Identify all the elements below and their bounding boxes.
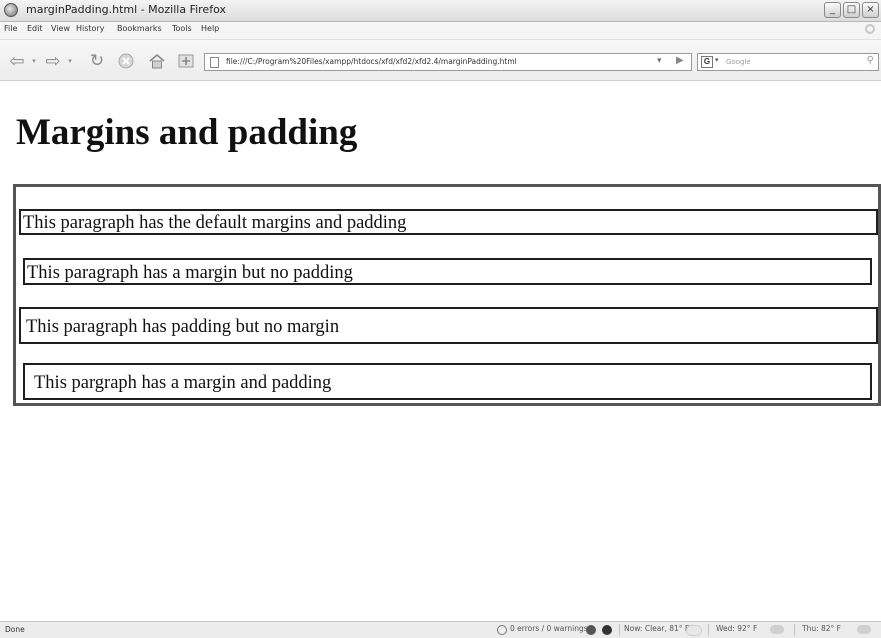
menu-view[interactable]: View	[51, 24, 70, 33]
page-heading: Margins and padding	[16, 112, 358, 153]
cloud-icon	[770, 625, 784, 634]
back-dropdown-icon[interactable]: ▾	[30, 52, 38, 70]
menu-file[interactable]: File	[4, 24, 17, 33]
url-text[interactable]: file:///C:/Program%20Files/xampp/htdocs/…	[226, 57, 517, 66]
back-arrow-icon[interactable]: ⇦	[6, 51, 28, 72]
status-bar: Done 0 errors / 0 warnings Now: Clear, 8…	[0, 621, 881, 638]
paragraph-padding-only: This paragraph has padding but no margin	[19, 307, 878, 344]
paragraph-margin-and-padding: This pargraph has a margin and padding	[23, 363, 872, 400]
validator-icon[interactable]	[497, 625, 507, 635]
menu-bar: File Edit View History Bookmarks Tools H…	[0, 22, 881, 40]
outer-container: This paragraph has the default margins a…	[13, 184, 881, 406]
search-input[interactable]: Google	[726, 58, 751, 66]
throbber-icon	[865, 24, 875, 34]
window-controls: _ □ ×	[824, 2, 879, 18]
window-title: marginPadding.html - Mozilla Firefox	[26, 3, 226, 16]
minimize-button[interactable]: _	[824, 2, 841, 18]
url-bar[interactable]: file:///C:/Program%20Files/xampp/htdocs/…	[204, 53, 692, 71]
url-dropdown-icon[interactable]: ▾	[657, 56, 662, 66]
addon-icon[interactable]	[586, 625, 596, 635]
sun-icon	[686, 625, 702, 636]
addon-icon-2[interactable]	[602, 625, 612, 635]
google-engine-icon[interactable]: G	[701, 56, 713, 68]
page-icon	[210, 57, 219, 68]
maximize-button[interactable]: □	[843, 2, 860, 18]
home-icon[interactable]	[147, 52, 167, 70]
close-button[interactable]: ×	[862, 2, 879, 18]
paragraph-margin-only: This paragraph has a margin but no paddi…	[23, 258, 872, 285]
separator	[794, 624, 795, 636]
menu-bookmarks[interactable]: Bookmarks	[117, 24, 162, 33]
engine-dropdown-icon[interactable]: ▾	[715, 56, 719, 64]
separator	[708, 624, 709, 636]
page-content: Margins and padding This paragraph has t…	[0, 81, 881, 621]
reload-icon[interactable]: ↻	[86, 51, 108, 71]
menu-history[interactable]: History	[76, 24, 104, 33]
go-arrow-icon[interactable]: ▶	[676, 55, 684, 66]
forward-arrow-icon[interactable]: ⇨	[42, 51, 64, 72]
validator-status[interactable]: 0 errors / 0 warnings	[510, 624, 588, 633]
weather-wed[interactable]: Wed: 92° F	[716, 624, 757, 633]
firefox-app-icon	[4, 3, 18, 17]
menu-tools[interactable]: Tools	[172, 24, 192, 33]
menu-help[interactable]: Help	[201, 24, 219, 33]
weather-thu[interactable]: Thu: 82° F	[802, 624, 841, 633]
cloud-icon	[857, 625, 871, 634]
status-text: Done	[5, 625, 25, 634]
paragraph-default: This paragraph has the default margins a…	[19, 209, 878, 235]
search-box[interactable]: G ▾ Google ⚲	[697, 53, 879, 71]
menu-edit[interactable]: Edit	[27, 24, 43, 33]
navigation-toolbar: ⇦ ▾ ⇨ ▾ ↻ file:///C:/Program%20Files/xam…	[0, 40, 881, 81]
forward-dropdown-icon[interactable]: ▾	[66, 52, 74, 70]
magnifier-icon[interactable]: ⚲	[867, 55, 874, 66]
window-titlebar: marginPadding.html - Mozilla Firefox _ □…	[0, 0, 881, 22]
bookmark-add-icon[interactable]	[176, 52, 196, 70]
stop-icon[interactable]	[116, 52, 136, 70]
weather-now[interactable]: Now: Clear, 81° F	[624, 624, 689, 633]
separator	[619, 624, 620, 636]
